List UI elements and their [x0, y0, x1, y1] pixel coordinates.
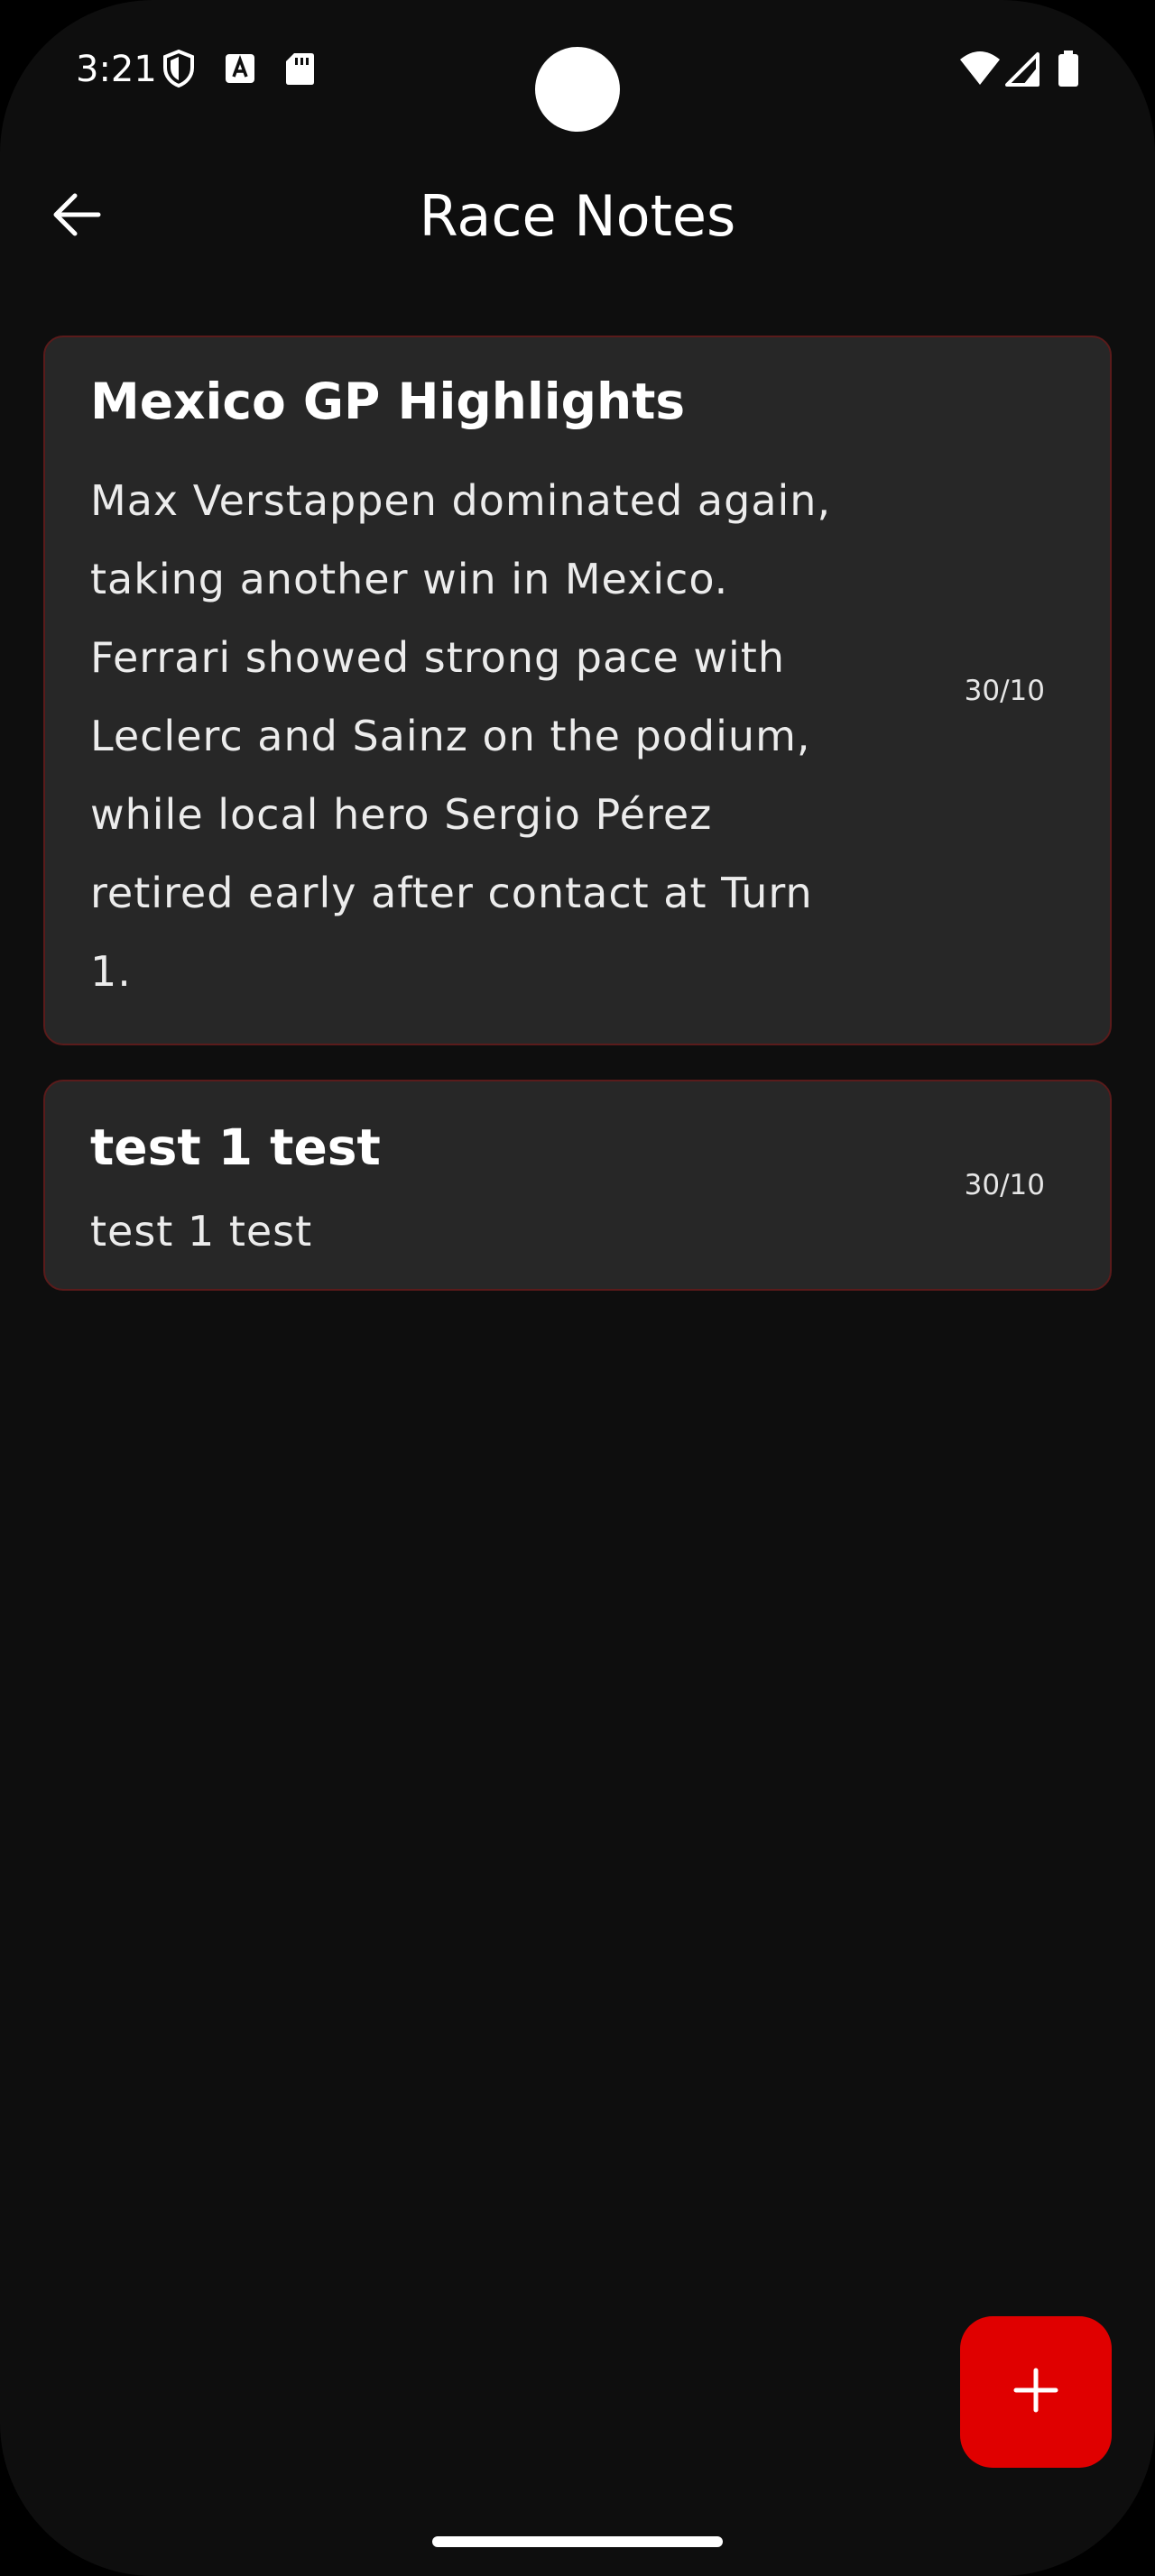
- sd-card-icon: [282, 49, 318, 88]
- home-indicator[interactable]: [432, 2536, 723, 2547]
- note-title: Mexico GP Highlights: [90, 373, 686, 430]
- add-note-button[interactable]: [960, 2316, 1112, 2468]
- plus-icon: [1012, 2367, 1059, 2417]
- font-a-icon: [223, 49, 259, 88]
- cell-signal-icon: [1005, 49, 1041, 88]
- phone-screen: 3:21 Race Notes Mexico GP Highlights Max…: [0, 0, 1155, 2576]
- note-body: test 1 test: [90, 1207, 313, 1256]
- status-time: 3:21: [76, 49, 157, 90]
- wifi-icon: [958, 49, 1002, 88]
- note-body: Max Verstappen dominated again, taking a…: [90, 476, 832, 996]
- camera-cutout: [535, 47, 620, 132]
- battery-icon: [1056, 49, 1081, 88]
- notes-list: Mexico GP Highlights Max Verstappen domi…: [43, 336, 1112, 1325]
- note-card[interactable]: test 1 test test 1 test 30/10: [43, 1080, 1112, 1291]
- note-date: 30/10: [964, 674, 1045, 707]
- note-title: test 1 test: [90, 1118, 381, 1176]
- page-title: Race Notes: [419, 183, 736, 249]
- note-card[interactable]: Mexico GP Highlights Max Verstappen domi…: [43, 336, 1112, 1045]
- app-bar: Race Notes: [0, 162, 1155, 271]
- status-bar: 3:21: [0, 0, 1155, 144]
- note-date: 30/10: [964, 1169, 1045, 1201]
- shield-icon: [161, 49, 197, 88]
